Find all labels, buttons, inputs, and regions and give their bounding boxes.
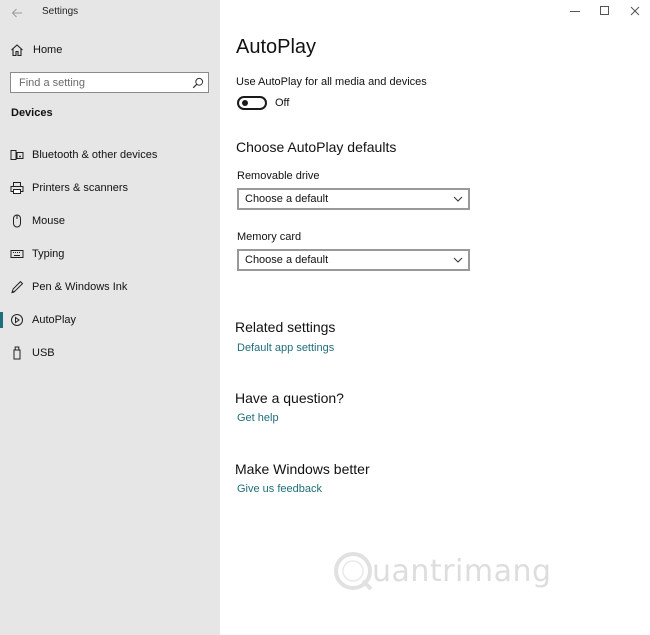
default-app-settings-link[interactable]: Default app settings [237,342,334,354]
mouse-icon [13,214,21,228]
chevron-down-icon [453,257,463,263]
sidebar-item-label: Pen & Windows Ink [32,281,128,293]
get-help-link[interactable]: Get help [237,412,279,424]
sidebar: Settings Home Devices Bluetooth & other … [0,0,220,635]
watermark: uantrimang [332,548,562,598]
autoplay-toggle[interactable] [237,96,267,110]
toggle-state-label: Off [275,97,290,109]
minimize-button[interactable] [560,0,590,22]
sidebar-item-printers[interactable]: Printers & scanners [0,177,220,199]
sidebar-item-label: USB [32,347,55,359]
sidebar-item-label: Typing [32,248,65,260]
autoplay-icon [11,314,23,326]
toggle-knob [242,100,248,106]
memory-card-label: Memory card [237,231,302,243]
sidebar-item-typing[interactable]: Typing [0,243,220,265]
close-button[interactable] [620,0,650,22]
maximize-icon [600,6,609,15]
defaults-heading: Choose AutoPlay defaults [236,139,397,155]
home-nav-item[interactable]: Home [10,41,62,59]
back-arrow-icon[interactable] [11,6,23,18]
give-feedback-link[interactable]: Give us feedback [237,483,322,495]
bluetooth-devices-icon [10,150,24,160]
minimize-icon [570,11,580,12]
window-title: Settings [42,6,79,17]
selection-indicator [0,312,3,328]
search-box[interactable] [10,72,209,93]
home-label: Home [33,44,63,56]
pen-icon [11,280,24,294]
question-heading: Have a question? [235,390,344,406]
section-title: Devices [11,107,53,119]
printer-icon [10,182,24,194]
sidebar-item-pen[interactable]: Pen & Windows Ink [0,276,220,298]
search-input[interactable] [11,73,189,92]
select-value: Choose a default [245,193,329,205]
maximize-button[interactable] [590,0,620,22]
feedback-heading: Make Windows better [235,461,370,477]
chevron-down-icon [453,196,463,202]
keyboard-icon [10,250,24,258]
related-settings-heading: Related settings [235,319,336,335]
sidebar-item-usb[interactable]: USB [0,342,220,364]
sidebar-item-mouse[interactable]: Mouse [0,210,220,232]
content-pane: AutoPlay Use AutoPlay for all media and … [220,0,650,635]
search-icon[interactable] [192,77,204,89]
window-controls [560,0,650,22]
sidebar-item-autoplay[interactable]: AutoPlay [0,309,220,331]
watermark-logo [334,552,373,591]
removable-drive-label: Removable drive [237,170,320,182]
autoplay-toggle-caption: Use AutoPlay for all media and devices [236,76,427,88]
watermark-text: uantrimang [372,554,552,589]
select-value: Choose a default [245,254,329,266]
page-title: AutoPlay [236,36,317,58]
memory-card-select[interactable]: Choose a default [237,249,470,271]
sidebar-item-label: AutoPlay [32,314,77,326]
sidebar-item-label: Printers & scanners [32,182,128,194]
removable-drive-select[interactable]: Choose a default [237,188,470,210]
close-icon [630,6,640,16]
sidebar-item-bluetooth[interactable]: Bluetooth & other devices [0,144,220,166]
home-icon [11,44,23,57]
usb-icon [13,346,21,360]
sidebar-item-label: Mouse [32,215,66,227]
sidebar-item-label: Bluetooth & other devices [32,149,158,161]
